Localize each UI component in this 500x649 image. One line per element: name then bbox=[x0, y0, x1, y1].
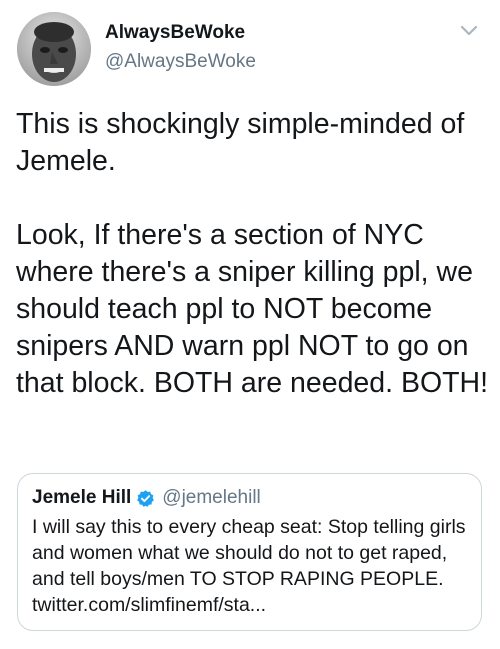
tweet-text: This is shockingly simple-minded of Jeme… bbox=[16, 108, 489, 399]
author-avatar[interactable] bbox=[17, 12, 91, 86]
quoted-tweet-text: I will say this to every cheap seat: Sto… bbox=[32, 516, 466, 616]
quoted-tweet[interactable]: Jemele Hill @jemelehill I will say this … bbox=[17, 473, 482, 631]
chevron-down-icon[interactable] bbox=[460, 24, 478, 38]
verified-badge-icon bbox=[136, 489, 155, 508]
quoted-author-handle: @jemelehill bbox=[162, 487, 261, 508]
author-handle[interactable]: @AlwaysBeWoke bbox=[105, 51, 256, 73]
author-display-name[interactable]: AlwaysBeWoke bbox=[105, 22, 245, 44]
avatar-photo-icon bbox=[17, 12, 91, 86]
quoted-author-name: Jemele Hill bbox=[32, 487, 132, 508]
tweet-card: AlwaysBeWoke @AlwaysBeWoke This is shock… bbox=[0, 0, 500, 649]
quoted-tweet-header: Jemele Hill @jemelehill bbox=[32, 485, 261, 511]
